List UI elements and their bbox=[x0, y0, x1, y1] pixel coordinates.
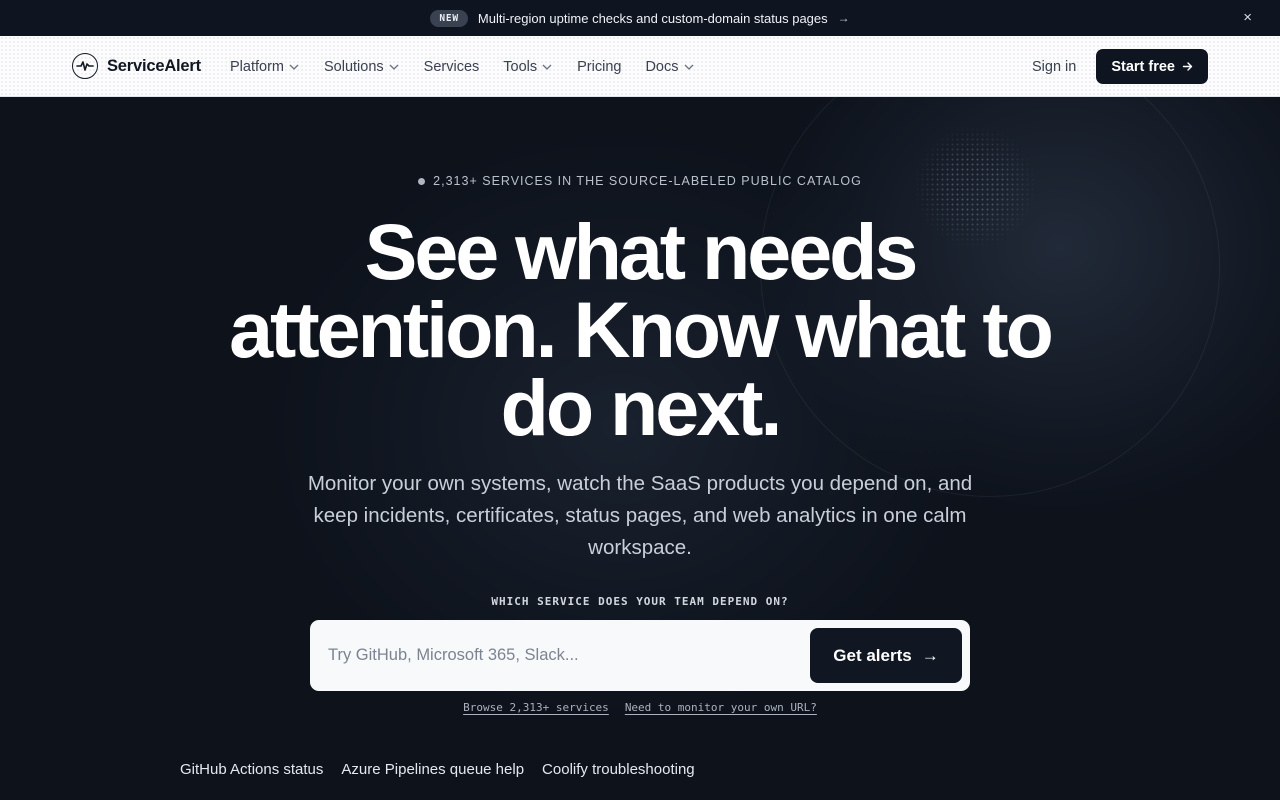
menu-label: Tools bbox=[503, 58, 538, 75]
menu-item-solutions[interactable]: Solutions bbox=[324, 59, 400, 75]
start-free-button[interactable]: Start free bbox=[1096, 49, 1208, 84]
close-icon[interactable]: × bbox=[1243, 9, 1252, 27]
pulse-logo-icon bbox=[72, 53, 98, 79]
sign-in-link[interactable]: Sign in bbox=[1032, 59, 1076, 75]
chip-coolify[interactable]: Coolify troubleshooting bbox=[542, 761, 695, 778]
top-nav: ServiceAlert Platform Solutions Services… bbox=[0, 36, 1280, 97]
arrow-right-icon: → bbox=[921, 645, 939, 665]
main-menu: Platform Solutions Services Tools Pricin… bbox=[230, 36, 719, 97]
menu-label: Docs bbox=[645, 58, 679, 75]
chip-github-actions[interactable]: GitHub Actions status bbox=[180, 761, 323, 778]
menu-label: Solutions bbox=[324, 58, 384, 75]
chevron-down-icon bbox=[289, 64, 299, 70]
monitor-own-url-link[interactable]: Need to monitor your own URL? bbox=[625, 701, 817, 714]
service-search-box: Get alerts → bbox=[310, 620, 970, 691]
menu-item-platform[interactable]: Platform bbox=[230, 59, 300, 75]
arrow-right-icon bbox=[1182, 62, 1193, 71]
menu-item-tools[interactable]: Tools bbox=[503, 59, 553, 75]
hero-subhead: Monitor your own systems, watch the SaaS… bbox=[307, 472, 973, 559]
announcement-message[interactable]: Multi-region uptime checks and custom-do… bbox=[478, 11, 828, 26]
status-dot-icon bbox=[418, 177, 426, 185]
helper-links: Browse 2,313+ services Need to monitor y… bbox=[0, 701, 1280, 714]
chip-azure-pipelines[interactable]: Azure Pipelines queue help bbox=[341, 761, 524, 778]
logo[interactable]: ServiceAlert bbox=[72, 53, 201, 79]
catalog-eyebrow: 2,313+ services in the source-labeled pu… bbox=[0, 174, 1280, 188]
search-prompt-label: WHICH SERVICE DOES YOUR TEAM DEPEND ON? bbox=[491, 595, 789, 608]
announcement-bar[interactable]: NEW Multi-region uptime checks and custo… bbox=[0, 0, 1280, 36]
chevron-down-icon bbox=[684, 64, 693, 70]
hero-section: 2,313+ services in the source-labeled pu… bbox=[0, 97, 1280, 800]
popular-searches: GitHub Actions status Azure Pipelines qu… bbox=[180, 761, 695, 778]
menu-label: Pricing bbox=[577, 58, 622, 75]
chevron-down-icon bbox=[389, 64, 399, 70]
chevron-down-icon bbox=[542, 64, 552, 70]
menu-label: Services bbox=[423, 58, 480, 75]
service-search-input[interactable] bbox=[328, 638, 788, 672]
get-alerts-label: Get alerts bbox=[833, 645, 912, 665]
get-alerts-button[interactable]: Get alerts → bbox=[810, 628, 962, 683]
browse-services-link[interactable]: Browse 2,313+ services bbox=[463, 701, 609, 714]
menu-item-docs[interactable]: Docs bbox=[645, 59, 694, 75]
logo-text: ServiceAlert bbox=[107, 56, 201, 75]
menu-item-pricing[interactable]: Pricing bbox=[577, 59, 621, 75]
arrow-right-icon: → bbox=[837, 11, 850, 25]
nav-actions: Sign in Start free bbox=[1032, 49, 1208, 84]
hero-headline: See what needs attention. Know what to d… bbox=[229, 207, 1054, 452]
menu-item-services[interactable]: Services bbox=[424, 59, 480, 75]
new-badge: NEW bbox=[430, 9, 468, 27]
eyebrow-text: 2,313+ services in the source-labeled pu… bbox=[433, 174, 862, 188]
start-free-label: Start free bbox=[1111, 58, 1175, 75]
menu-label: Platform bbox=[230, 58, 284, 75]
